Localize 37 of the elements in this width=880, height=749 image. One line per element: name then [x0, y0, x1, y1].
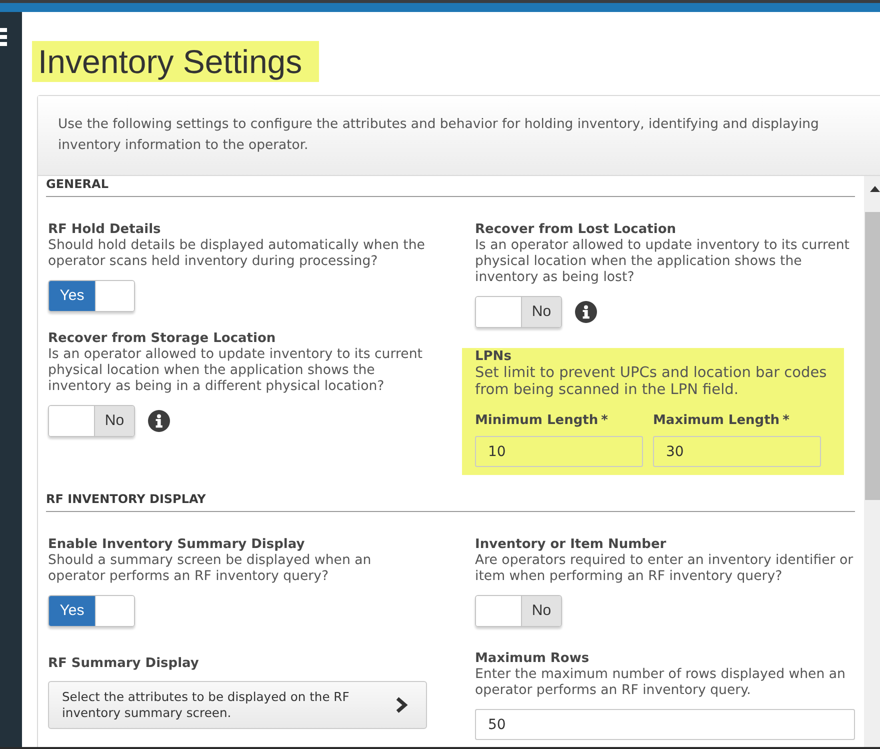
- scrollbar[interactable]: [864, 176, 880, 747]
- toggle-switch[interactable]: Yes: [48, 595, 135, 627]
- setting-title: Enable Inventory Summary Display: [48, 537, 306, 553]
- field-label: Maximum Length *: [653, 413, 790, 429]
- input-field[interactable]: 10: [475, 436, 643, 467]
- setting-description: Is an operator allowed to update inventory to its current physical location when the application shows the inventory as being in a different physical location?: [48, 347, 424, 395]
- info-icon[interactable]: [148, 410, 170, 432]
- setting-title: LPNs: [475, 349, 512, 365]
- page-title: Inventory Settings: [32, 41, 320, 82]
- intro-text: Use the following settings to configure the attributes and behavior for holding inventory, identifying and displaying inventory information to the operator.: [58, 116, 820, 155]
- section-heading: GENERAL: [46, 177, 110, 191]
- input-field[interactable]: 30: [653, 436, 821, 467]
- setting-title: RF Summary Display: [48, 656, 200, 672]
- toggle-switch[interactable]: No: [475, 595, 562, 627]
- setting-description: Enter the maximum number of rows displayed when an operator performs an RF inventory query.: [475, 667, 846, 699]
- info-icon[interactable]: [575, 301, 597, 323]
- attributes-button[interactable]: Select the attributes to be displayed on the RF inventory summary screen.: [48, 681, 427, 729]
- setting-title: Maximum Rows: [475, 651, 590, 667]
- setting-description: Set limit to prevent UPCs and location bar codes from being scanned in the LPN field.: [475, 365, 828, 399]
- toggle-switch[interactable]: No: [48, 405, 135, 437]
- setting-title: RF Hold Details: [48, 222, 162, 238]
- setting-title: Recover from Lost Location: [475, 222, 678, 238]
- section-heading: RF INVENTORY DISPLAY: [46, 492, 207, 506]
- chevron-right-icon: [395, 696, 408, 714]
- toggle-switch[interactable]: No: [475, 296, 562, 328]
- setting-description: Should hold details be displayed automatically when the operator scans held inventory during processing?: [48, 238, 426, 270]
- toggle-switch[interactable]: Yes: [48, 280, 135, 312]
- setting-description: Is an operator allowed to update inventory to its current physical location when the application shows the inventory as being lost?: [475, 238, 850, 286]
- scrollbar-thumb[interactable]: [865, 212, 880, 500]
- input-field[interactable]: 50: [475, 709, 855, 740]
- setting-description: Are operators required to enter an inventory identifier or item when performing an RF inventory query?: [475, 553, 854, 585]
- setting-title: Inventory or Item Number: [475, 537, 668, 553]
- field-label: Minimum Length *: [475, 413, 609, 429]
- scroll-up-icon[interactable]: [870, 186, 880, 192]
- setting-description: Should a summary screen be displayed when an operator performs an RF inventory query?: [48, 553, 372, 585]
- menu-icon[interactable]: [0, 28, 7, 46]
- setting-title: Recover from Storage Location: [48, 331, 277, 347]
